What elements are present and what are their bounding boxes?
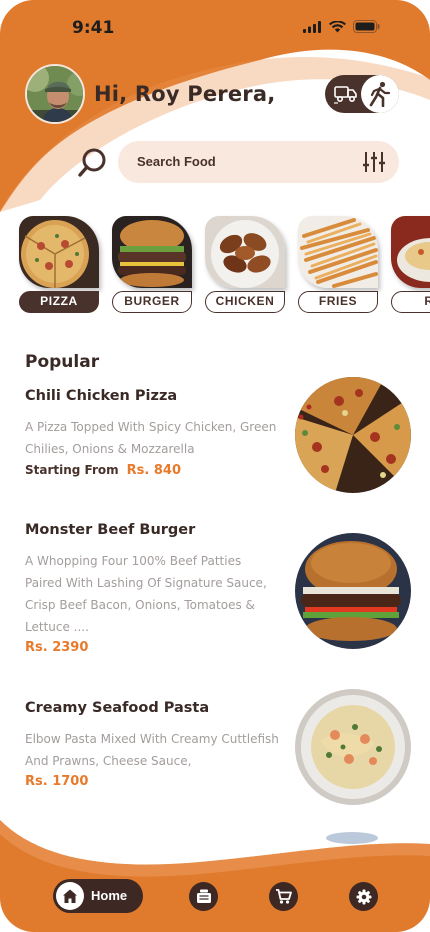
greeting-text: Hi, Roy Perera, bbox=[94, 82, 276, 106]
category-chicken[interactable]: CHICKEN bbox=[205, 214, 287, 314]
delivery-truck-icon[interactable] bbox=[334, 83, 358, 105]
delivery-mode-toggle[interactable] bbox=[325, 75, 399, 113]
item-name: Monster Beef Burger bbox=[25, 522, 196, 538]
settings-icon bbox=[356, 889, 371, 904]
status-bar: 9:41 bbox=[0, 16, 430, 42]
nav-menu-button[interactable] bbox=[189, 882, 218, 911]
item-name: Chili Chicken Pizza bbox=[25, 388, 178, 404]
item-price-row: Rs. 1700 bbox=[25, 774, 88, 789]
item-image bbox=[295, 377, 411, 493]
category-image bbox=[112, 216, 192, 288]
item-price: Rs. 840 bbox=[126, 463, 182, 478]
item-description: A Whopping Four 100% Beef Patties Paired… bbox=[25, 554, 267, 634]
item-image bbox=[295, 689, 411, 805]
status-icons bbox=[303, 20, 380, 33]
item-name: Creamy Seafood Pasta bbox=[25, 700, 210, 716]
item-price: Rs. 2390 bbox=[25, 640, 89, 655]
app-screen: 9:41 Hi, Roy Perera, Search Food PIZZA B… bbox=[0, 0, 430, 932]
category-image bbox=[298, 216, 378, 288]
category-list: PIZZA BURGER CHICKEN FRIES R bbox=[0, 214, 430, 316]
cart-icon bbox=[276, 889, 292, 904]
search-icon[interactable] bbox=[78, 147, 108, 177]
nav-home-button[interactable]: Home bbox=[53, 879, 143, 913]
battery-icon bbox=[353, 20, 380, 33]
category-burger[interactable]: BURGER bbox=[112, 214, 194, 314]
nav-cart-button[interactable] bbox=[269, 882, 298, 911]
filter-icon[interactable] bbox=[362, 150, 386, 174]
category-image bbox=[205, 216, 285, 288]
category-label: CHICKEN bbox=[205, 291, 285, 313]
category-pizza[interactable]: PIZZA bbox=[19, 214, 101, 314]
bottom-navigation: Home bbox=[0, 876, 430, 916]
category-fries[interactable]: FRIES bbox=[298, 214, 380, 314]
category-image bbox=[19, 216, 99, 288]
search-input[interactable]: Search Food bbox=[118, 141, 399, 183]
item-image bbox=[295, 533, 411, 649]
nav-home-label: Home bbox=[91, 888, 128, 903]
price-prefix: Starting From bbox=[25, 463, 119, 477]
category-label: PIZZA bbox=[19, 291, 99, 313]
category-image bbox=[391, 216, 430, 288]
item-price-row: Starting From Rs. 840 bbox=[25, 463, 181, 478]
category-rice[interactable]: RI bbox=[391, 214, 430, 314]
item-description: Elbow Pasta Mixed With Creamy Cuttlefish… bbox=[25, 732, 279, 768]
popular-section-title: Popular bbox=[25, 352, 100, 372]
walking-person-icon bbox=[369, 81, 391, 107]
item-description: A Pizza Topped With Spicy Chicken, Green… bbox=[25, 420, 277, 456]
category-label: RI bbox=[391, 291, 430, 313]
user-avatar[interactable] bbox=[25, 64, 85, 124]
home-icon bbox=[56, 882, 84, 910]
category-label: BURGER bbox=[112, 291, 192, 313]
wifi-icon bbox=[329, 20, 346, 32]
search-placeholder: Search Food bbox=[137, 154, 216, 169]
item-price-row: Rs. 2390 bbox=[25, 640, 88, 655]
item-price: Rs. 1700 bbox=[25, 774, 89, 789]
signal-icon bbox=[303, 20, 321, 33]
menu-card-icon bbox=[196, 889, 211, 903]
category-label: FRIES bbox=[298, 291, 378, 313]
nav-settings-button[interactable] bbox=[349, 882, 378, 911]
pickup-mode-button[interactable] bbox=[361, 75, 399, 113]
status-time: 9:41 bbox=[72, 18, 115, 38]
